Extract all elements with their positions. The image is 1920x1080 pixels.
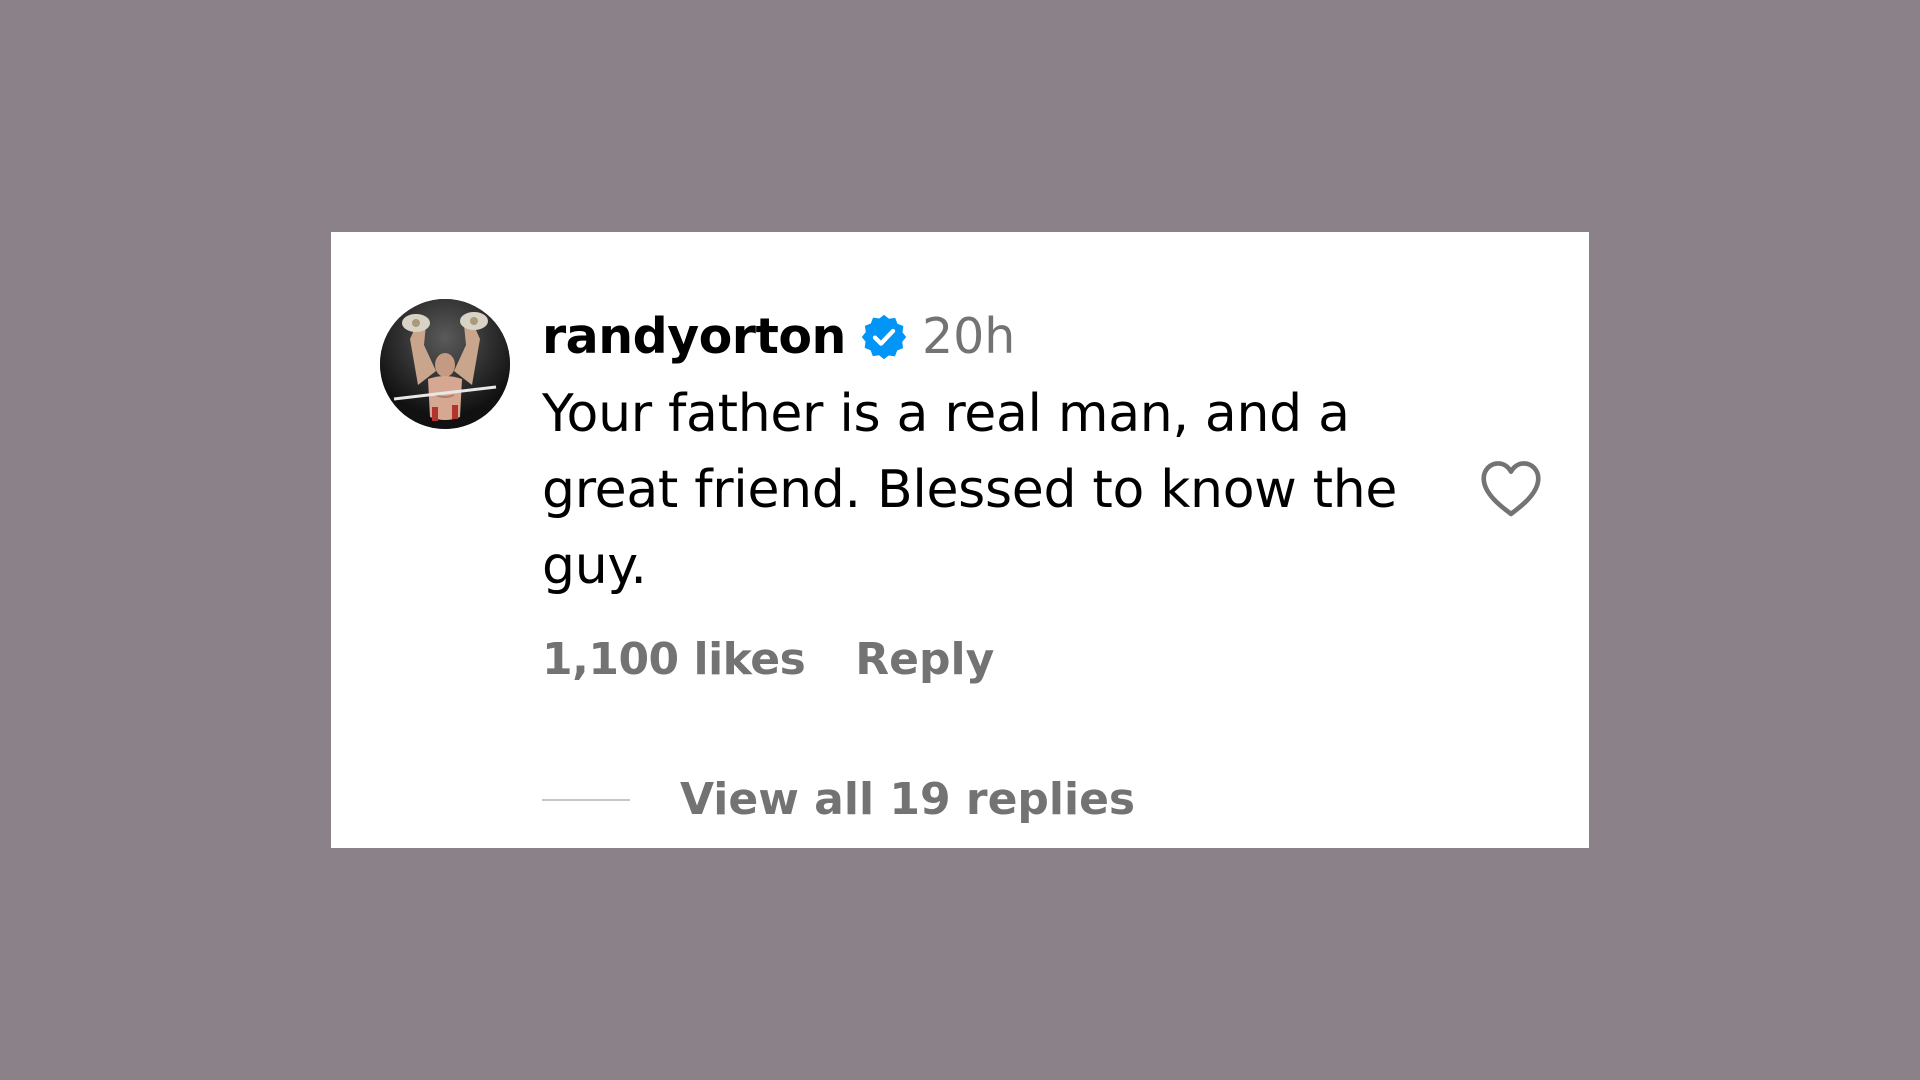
replies-divider — [542, 798, 630, 801]
verified-badge-icon — [860, 313, 908, 361]
timestamp: 20h — [921, 308, 1016, 365]
likes-count[interactable]: 1,100 likes — [542, 634, 806, 685]
view-replies-row: View all 19 replies — [542, 774, 1135, 825]
heart-outline-icon[interactable] — [1478, 458, 1544, 518]
username[interactable]: randyorton — [542, 308, 846, 365]
avatar-image — [380, 299, 510, 429]
comment-actions: 1,100 likes Reply — [542, 634, 994, 685]
reply-button[interactable]: Reply — [855, 634, 994, 685]
comment-card: randyorton 20h Your father is a real man… — [331, 232, 1589, 848]
view-replies-button[interactable]: View all 19 replies — [680, 774, 1135, 825]
comment-header: randyorton 20h — [542, 308, 1015, 365]
comment-text: Your father is a real man, and a great f… — [542, 384, 1398, 596]
avatar[interactable] — [380, 299, 510, 429]
